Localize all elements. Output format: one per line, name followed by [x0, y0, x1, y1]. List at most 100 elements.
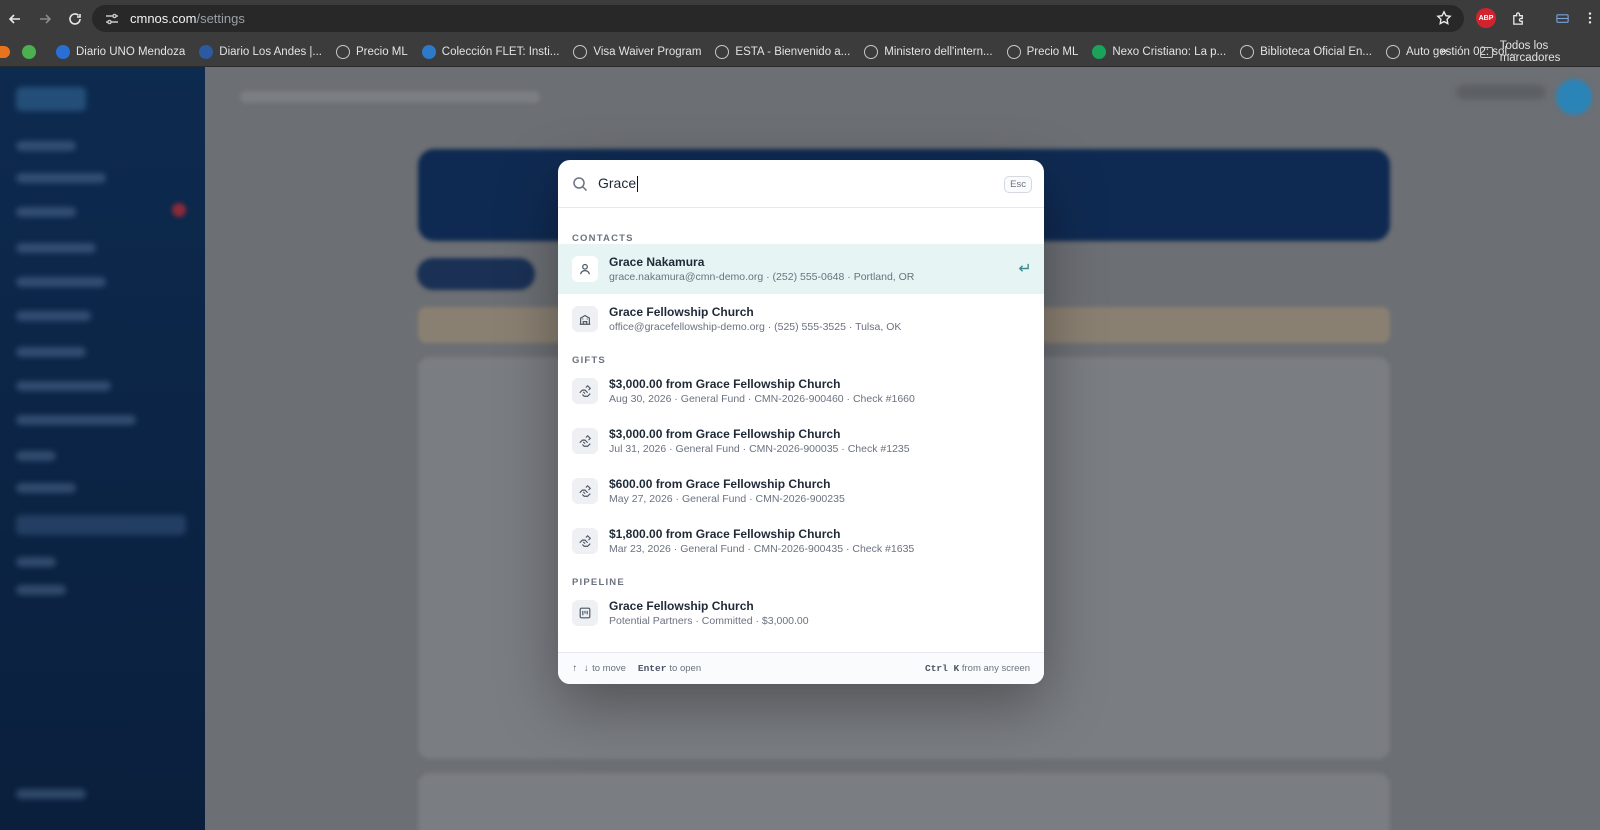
- result-title: $600.00 from Grace Fellowship Church: [609, 476, 831, 491]
- result-title: Grace Nakamura: [609, 254, 705, 269]
- gift-result[interactable]: $1,800.00 from Grace Fellowship Church Ma…: [558, 516, 1044, 566]
- extensions-puzzle-icon[interactable]: [1508, 8, 1528, 28]
- move-hint-label: to move: [592, 663, 626, 674]
- gift-result[interactable]: $3,000.00 from Grace Fellowship Church Ju…: [558, 416, 1044, 466]
- sidebar: [0, 67, 205, 830]
- search-icon: [572, 176, 588, 192]
- globe-icon: [864, 44, 879, 59]
- pipeline-result[interactable]: Grace Fellowship Church Potential Partner…: [558, 588, 1044, 638]
- bookmark-item[interactable]: Colección FLET: Insti...: [421, 41, 560, 63]
- search-query-text: Grace: [598, 174, 637, 191]
- section-label-contacts: CONTACTS: [572, 233, 634, 244]
- shortcut-hint-label: from any screen: [961, 663, 1030, 674]
- globe-icon: [1240, 44, 1255, 59]
- result-subtitle: Mar 23, 2026 · General Fund · CMN-2026-9…: [609, 542, 915, 555]
- bookmark-item[interactable]: ESTA - Bienvenido a...: [715, 41, 850, 63]
- globe-icon: [715, 44, 730, 59]
- result-subtitle: Jul 31, 2026 · General Fund · CMN-2026-9…: [609, 442, 910, 455]
- adblock-icon[interactable]: ABP: [1476, 8, 1496, 28]
- open-hint-label: to open: [669, 663, 702, 674]
- contact-result[interactable]: Grace Nakamura grace.nakamura@cmn-demo.or…: [558, 244, 1044, 294]
- bookmarks-overflow-button[interactable]: »: [1440, 43, 1447, 58]
- enter-return-icon: [1017, 262, 1030, 275]
- result-subtitle: May 27, 2026 · General Fund · CMN-2026-9…: [609, 492, 845, 505]
- globe-icon: [1006, 44, 1021, 59]
- result-title: $3,000.00 from Grace Fellowship Church: [609, 426, 841, 441]
- reload-icon[interactable]: [60, 4, 90, 34]
- all-bookmarks-folder[interactable]: Todos los marcadores: [1480, 37, 1600, 67]
- command-palette: Grace Esc CONTACTS Grace Nakamura grace.n…: [558, 160, 1044, 684]
- profile-icon[interactable]: [1552, 8, 1572, 28]
- bookmark-item[interactable]: Diario UNO Mendoza: [56, 41, 185, 63]
- bookmark-label: Visa Waiver Program: [593, 45, 702, 58]
- gift-icon: [572, 478, 598, 504]
- bookmark-item[interactable]: Biblioteca Oficial En...: [1240, 41, 1372, 63]
- bookmark-item[interactable]: Diario Los Andes |...: [199, 41, 322, 63]
- site-favicon-icon: [421, 44, 436, 59]
- pipeline-list: Grace Fellowship Church Potential Partner…: [558, 588, 1044, 638]
- bookmark-label: Diario UNO Mendoza: [76, 45, 186, 58]
- site-settings-icon[interactable]: [104, 11, 120, 27]
- bookmarks-bar: Diario UNO Mendoza Diario Los Andes |... P…: [0, 37, 1600, 67]
- globe-icon: [573, 44, 588, 59]
- forward-arrow-icon[interactable]: [30, 4, 60, 34]
- gift-icon: [572, 428, 598, 454]
- result-subtitle: office@gracefellowship-demo.org · (525) …: [609, 320, 902, 333]
- result-title: Grace Fellowship Church: [609, 304, 754, 319]
- result-subtitle: Aug 30, 2026 · General Fund · CMN-2026-9…: [609, 392, 915, 405]
- gift-result[interactable]: $3,000.00 from Grace Fellowship Church Au…: [558, 366, 1044, 416]
- globe-icon: [1386, 44, 1400, 59]
- gift-icon: [572, 378, 598, 404]
- site-favicon-icon: [56, 44, 70, 59]
- result-title: Grace Fellowship Church: [609, 598, 754, 613]
- site-favicon-icon: [1092, 44, 1107, 59]
- globe-icon: [336, 44, 351, 59]
- building-icon: [572, 306, 598, 332]
- result-subtitle: grace.nakamura@cmn-demo.org · (252) 555-…: [609, 270, 915, 283]
- enter-key-hint: Enter: [637, 663, 667, 674]
- bookmark-item[interactable]: Visa Waiver Program: [573, 41, 701, 63]
- section-label-pipeline: PIPELINE: [572, 577, 625, 588]
- bookmark-partial-icon[interactable]: [0, 45, 10, 58]
- bookmark-label: Diario Los Andes |...: [219, 45, 323, 58]
- bookmark-item[interactable]: Precio ML: [336, 41, 408, 63]
- contacts-list: Grace Nakamura grace.nakamura@cmn-demo.or…: [558, 244, 1044, 344]
- gifts-list: $3,000.00 from Grace Fellowship Church Au…: [558, 366, 1044, 566]
- all-bookmarks-label: Todos los marcadores: [1499, 40, 1561, 64]
- arrow-keys-hint: ↑ ↓: [572, 663, 590, 674]
- palette-search-input[interactable]: Grace: [598, 174, 978, 193]
- shortcut-hint: Ctrl K from any screen: [925, 663, 1030, 674]
- app-icon: [22, 44, 36, 59]
- bookmark-label: Precio ML: [356, 45, 408, 58]
- bookmark-label: Ministero dell'intern...: [884, 45, 993, 58]
- text-caret: [637, 176, 639, 193]
- bookmark-apps[interactable]: [22, 41, 42, 63]
- person-icon: [572, 256, 598, 282]
- contact-result[interactable]: Grace Fellowship Church office@gracefello…: [558, 294, 1044, 344]
- palette-search-row: Grace Esc: [558, 160, 1044, 208]
- url-host: cmnos.com: [130, 11, 197, 26]
- pipeline-icon: [572, 600, 598, 626]
- gift-result[interactable]: $600.00 from Grace Fellowship Church May …: [558, 466, 1044, 516]
- bookmark-label: Colección FLET: Insti...: [441, 45, 560, 58]
- bookmark-item[interactable]: Precio ML: [1006, 41, 1079, 63]
- palette-footer: ↑ ↓ to move Enter to open Ctrl K from an…: [558, 652, 1044, 684]
- site-favicon-icon: [199, 44, 214, 59]
- browser-menu-icon[interactable]: [1580, 8, 1600, 28]
- ctrl-k-key: Ctrl K: [925, 663, 960, 674]
- url-path: /settings: [196, 11, 245, 26]
- bookmark-star-icon[interactable]: [1436, 10, 1452, 26]
- section-label-gifts: GIFTS: [572, 355, 606, 366]
- bookmark-label: Precio ML: [1026, 45, 1079, 58]
- esc-key-badge[interactable]: Esc: [1004, 176, 1032, 193]
- folder-icon: [1480, 46, 1493, 58]
- bookmark-item[interactable]: Ministero dell'intern...: [864, 41, 993, 63]
- result-title: $3,000.00 from Grace Fellowship Church: [609, 376, 841, 391]
- bookmark-label: ESTA - Bienvenido a...: [735, 45, 851, 58]
- gift-icon: [572, 528, 598, 554]
- bookmark-label: Nexo Cristiano: La p...: [1112, 45, 1227, 58]
- address-bar[interactable]: cmnos.com/settings: [92, 5, 1464, 32]
- bookmark-item[interactable]: Nexo Cristiano: La p...: [1092, 41, 1226, 63]
- back-arrow-icon[interactable]: [0, 4, 30, 34]
- bookmark-label: Biblioteca Oficial En...: [1260, 45, 1372, 58]
